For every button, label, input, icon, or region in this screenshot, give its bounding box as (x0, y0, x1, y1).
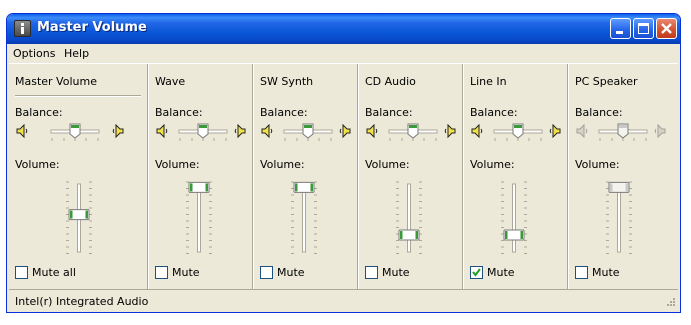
channel-cd-audio: CD Audio Balance: Volume: Mute (359, 64, 464, 290)
speaker-left-icon (366, 124, 378, 138)
menu-bar: Options Help (9, 44, 678, 63)
balance-slider[interactable] (490, 122, 546, 142)
balance-label: Balance: (575, 106, 623, 119)
volume-slider[interactable] (606, 178, 632, 258)
volume-slider[interactable] (66, 178, 92, 258)
mute-label[interactable]: Mute (277, 266, 305, 279)
volume-label: Volume: (575, 158, 620, 171)
mute-checkbox[interactable] (470, 266, 483, 279)
speaker-left-icon (261, 124, 273, 138)
channel-pc-speaker: PC Speaker Balance: Volume: Mute (569, 64, 678, 290)
resize-grip[interactable] (664, 297, 676, 309)
device-name: Intel(r) Integrated Audio (15, 295, 149, 308)
speaker-left-icon (471, 124, 483, 138)
volume-label: Volume: (365, 158, 410, 171)
volume-slider[interactable] (501, 178, 527, 258)
speaker-left-icon (576, 124, 588, 138)
speaker-right-icon (112, 124, 124, 138)
status-bar: Intel(r) Integrated Audio (9, 289, 678, 311)
window-title: Master Volume (37, 20, 147, 35)
balance-label: Balance: (15, 106, 63, 119)
volume-label: Volume: (260, 158, 305, 171)
mute-label[interactable]: Mute (172, 266, 200, 279)
balance-label: Balance: (365, 106, 413, 119)
menu-help[interactable]: Help (64, 47, 89, 60)
mute-checkbox[interactable] (260, 266, 273, 279)
speaker-right-icon (444, 124, 456, 138)
channel-title: Master Volume (15, 75, 97, 88)
menu-options[interactable]: Options (13, 47, 55, 60)
volume-label: Volume: (155, 158, 200, 171)
mute-checkbox[interactable] (575, 266, 588, 279)
speaker-right-icon (654, 124, 666, 138)
speaker-left-icon (156, 124, 168, 138)
channel-title: Wave (155, 75, 186, 88)
volume-slider[interactable] (396, 178, 422, 258)
channel-sw-synth: SW Synth Balance: Volume: Mute (254, 64, 359, 290)
minimize-icon (616, 31, 623, 34)
balance-slider[interactable] (595, 122, 651, 142)
column-separator (357, 64, 359, 290)
mixer-panel: Master Volume Balance: Volume: Mute all Wave… (9, 63, 678, 290)
volume-slider[interactable] (186, 178, 212, 258)
close-icon (661, 23, 672, 34)
balance-label: Balance: (155, 106, 203, 119)
maximize-icon (638, 23, 649, 34)
volume-label: Volume: (470, 158, 515, 171)
channel-wave: Wave Balance: Volume: Mute (149, 64, 254, 290)
mute-checkbox[interactable] (15, 266, 28, 279)
channel-line-in: Line In Balance: Volume: Mute (464, 64, 569, 290)
mute-label[interactable]: Mute (487, 266, 515, 279)
column-separator (567, 64, 569, 290)
balance-label: Balance: (470, 106, 518, 119)
balance-slider[interactable] (280, 122, 336, 142)
volume-slider[interactable] (291, 178, 317, 258)
mute-label[interactable]: Mute (592, 266, 620, 279)
speaker-right-icon (549, 124, 561, 138)
master-volume-window: Master Volume Options Help Master Volume… (6, 13, 681, 313)
balance-slider[interactable] (175, 122, 231, 142)
channel-master-volume: Master Volume Balance: Volume: Mute all (9, 64, 149, 290)
channel-title: PC Speaker (575, 75, 638, 88)
balance-slider[interactable] (385, 122, 441, 142)
title-bar[interactable]: Master Volume (7, 14, 680, 44)
volume-label: Volume: (15, 158, 60, 171)
column-separator (147, 64, 149, 290)
minimize-button[interactable] (610, 18, 631, 39)
balance-slider[interactable] (47, 122, 103, 142)
channel-title: CD Audio (365, 75, 416, 88)
column-separator (462, 64, 464, 290)
balance-label: Balance: (260, 106, 308, 119)
column-separator (252, 64, 254, 290)
maximize-button[interactable] (633, 18, 654, 39)
mute-checkbox[interactable] (155, 266, 168, 279)
channel-title: Line In (470, 75, 507, 88)
mute-label[interactable]: Mute (382, 266, 410, 279)
checkmark-icon (472, 268, 481, 277)
close-button[interactable] (656, 18, 677, 39)
mute-label[interactable]: Mute all (32, 266, 76, 279)
mute-checkbox[interactable] (365, 266, 378, 279)
speaker-left-icon (16, 124, 28, 138)
channel-title: SW Synth (260, 75, 314, 88)
title-divider (15, 95, 141, 97)
speaker-right-icon (339, 124, 351, 138)
speaker-right-icon (234, 124, 246, 138)
info-icon[interactable] (14, 20, 31, 37)
